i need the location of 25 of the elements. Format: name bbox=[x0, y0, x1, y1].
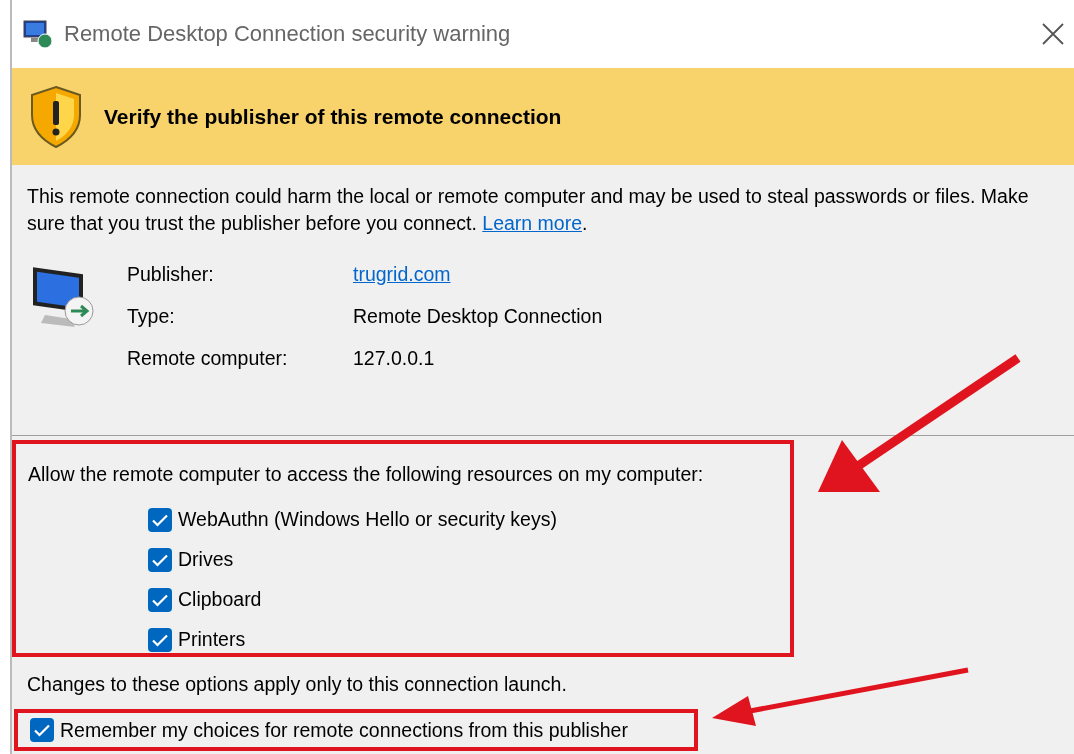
window-title: Remote Desktop Connection security warning bbox=[64, 21, 512, 47]
publisher-link[interactable]: trugrid.com bbox=[353, 263, 451, 285]
checkbox-label: Remember my choices for remote connections from this publisher bbox=[60, 717, 628, 743]
detail-value: 127.0.0.1 bbox=[353, 346, 436, 371]
detail-label: Type: bbox=[127, 304, 176, 329]
checkbox-label: Printers bbox=[178, 627, 246, 652]
checkbox[interactable] bbox=[148, 507, 172, 532]
detail-value: Remote Desktop Connection bbox=[353, 304, 603, 329]
learn-more-link[interactable]: Learn more bbox=[482, 212, 582, 234]
detail-label: Remote computer: bbox=[127, 346, 289, 371]
checkbox-label: WebAuthn (Windows Hello or security keys) bbox=[178, 507, 557, 532]
warning-text: This remote connection could harm the local or remote computer and may be used to steal passwords or files. Make sure that you trust the publisher before you connect. Learn more. bbox=[27, 184, 1030, 236]
checkbox-label: Drives bbox=[178, 547, 234, 572]
checkbox[interactable] bbox=[30, 718, 54, 742]
checkbox[interactable] bbox=[148, 547, 172, 572]
resources-prompt: Allow the remote computer to access the following resources on my computer: bbox=[28, 462, 705, 486]
note-text: Changes to these options apply only to this connection launch. bbox=[27, 672, 567, 697]
checkbox-label: Clipboard bbox=[178, 587, 262, 612]
checkbox[interactable] bbox=[148, 627, 172, 652]
detail-label: Publisher: bbox=[127, 262, 215, 287]
checkbox[interactable] bbox=[148, 587, 172, 612]
close-icon[interactable] bbox=[1040, 21, 1066, 47]
warning-shield-icon bbox=[28, 84, 84, 149]
banner-heading: Verify the publisher of this remote connection bbox=[104, 104, 562, 129]
remote-desktop-icon bbox=[22, 18, 54, 50]
